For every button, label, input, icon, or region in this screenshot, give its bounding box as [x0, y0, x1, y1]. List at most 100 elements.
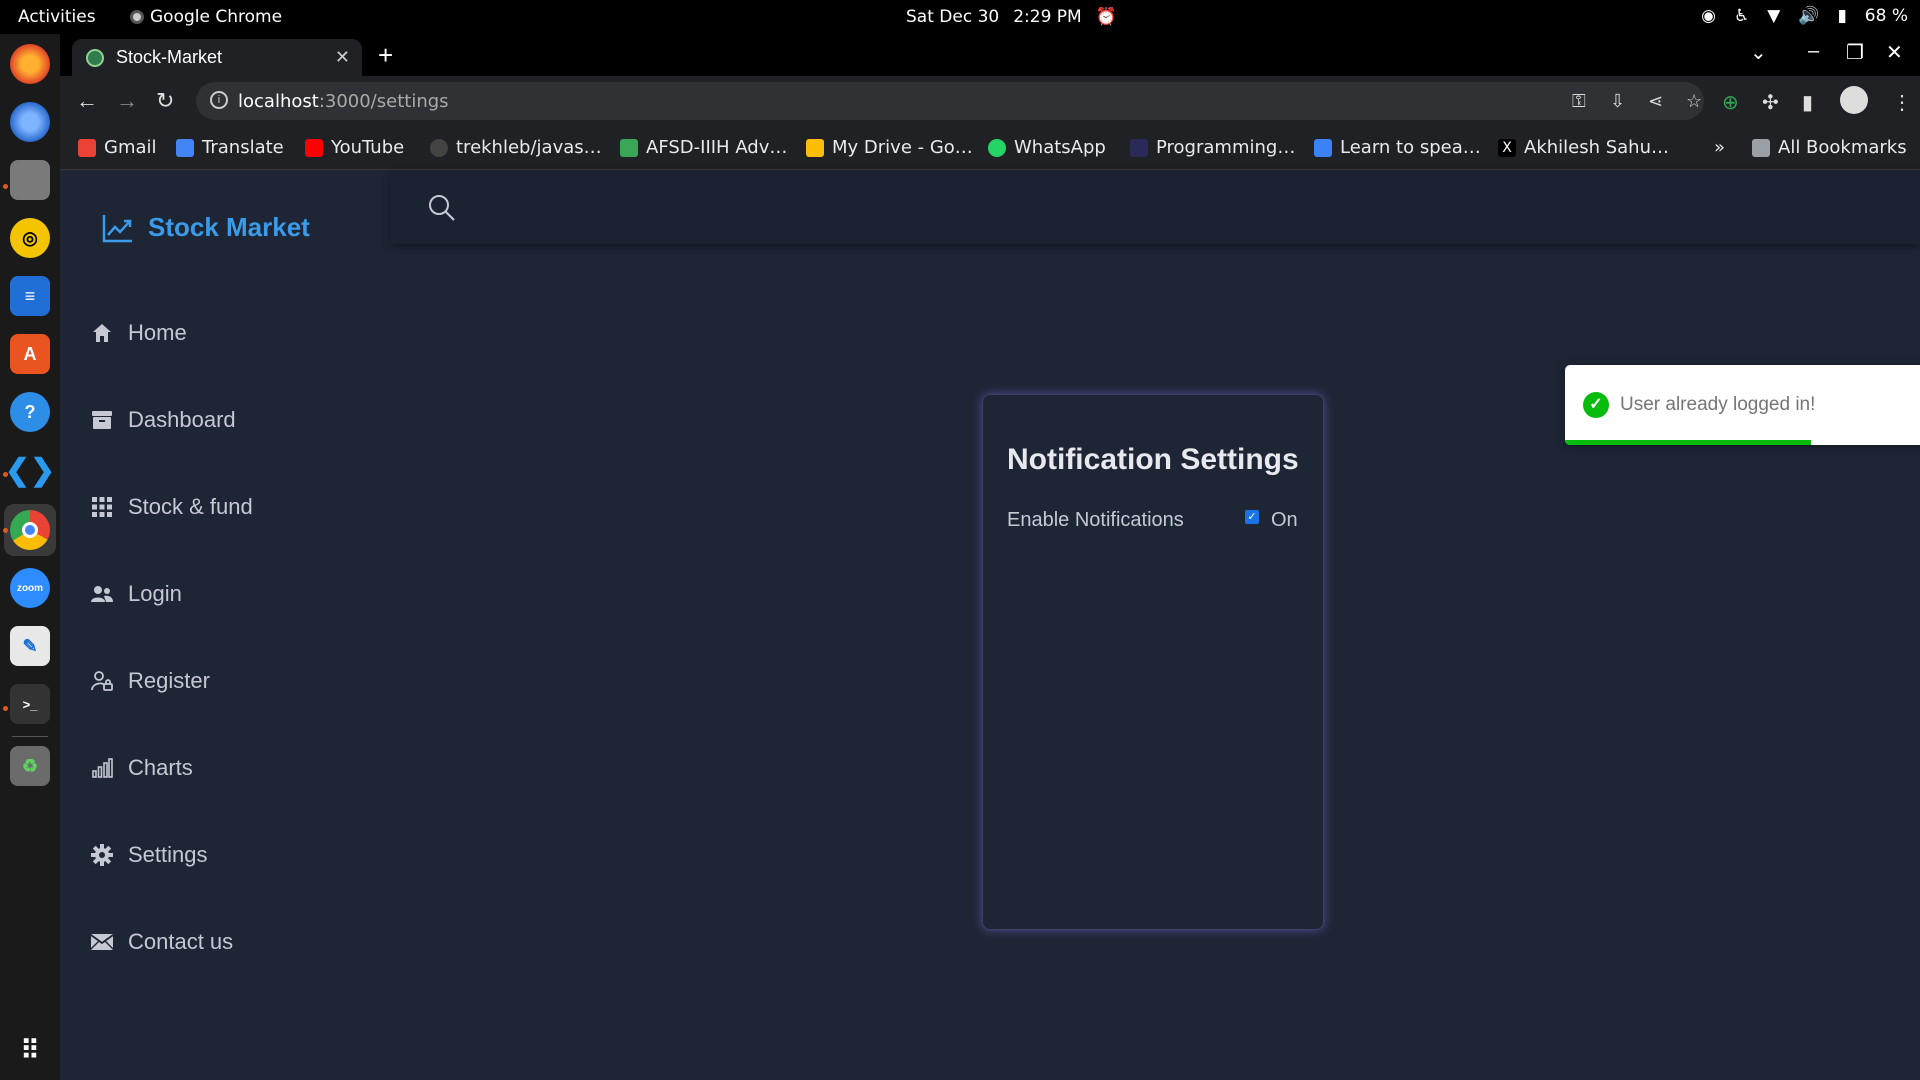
files-icon[interactable] — [10, 160, 50, 200]
tab-title: Stock-Market — [116, 47, 223, 67]
nav-contact[interactable]: Contact us — [90, 929, 233, 955]
restore-button[interactable]: ❐ — [1846, 40, 1864, 65]
notification-settings-card: Notification Settings Enable Notificatio… — [982, 394, 1324, 930]
nav-stock-fund[interactable]: Stock & fund — [90, 494, 253, 520]
extension-green-icon[interactable]: ⊕ — [1722, 90, 1739, 115]
nav-dashboard[interactable]: Dashboard — [90, 407, 236, 433]
whatsapp-icon — [988, 138, 1006, 157]
bookmark-drive[interactable]: My Drive - Go… — [806, 137, 973, 158]
chrome-icon[interactable] — [10, 510, 50, 550]
bookmark-label: Gmail — [104, 137, 157, 158]
activities-button[interactable]: Activities — [18, 7, 96, 27]
extensions-puzzle-icon[interactable]: ✣ — [1762, 90, 1779, 115]
vscode-icon[interactable]: ❮❯ — [5, 450, 55, 490]
nav-home[interactable]: Home — [90, 320, 187, 346]
bookmark-github[interactable]: trekhleb/javas… — [430, 137, 602, 158]
writer-icon[interactable]: ≡ — [10, 276, 50, 316]
all-bookmarks-label: All Bookmarks — [1778, 137, 1907, 158]
toast-progress-bar — [1565, 440, 1811, 445]
youtube-icon — [305, 138, 323, 157]
bookmarks-bar: Gmail Translate YouTube trekhleb/javas… … — [60, 126, 1920, 170]
afsd-icon — [620, 138, 638, 157]
nav-register[interactable]: Register — [90, 668, 210, 694]
github-icon — [430, 138, 448, 157]
bookmark-x[interactable]: X Akhilesh Sahu… — [1498, 137, 1669, 158]
text-editor-icon[interactable]: ✎ — [10, 626, 50, 666]
install-app-icon[interactable]: ⇩ — [1610, 91, 1625, 112]
url-host: localhost — [238, 91, 319, 112]
trash-icon[interactable]: ♻ — [10, 746, 50, 786]
status-area[interactable]: ◉ ♿ ▼ 🔊 ▮ 68 % — [1701, 6, 1908, 26]
minimize-button[interactable]: – — [1808, 40, 1819, 63]
all-bookmarks-button[interactable]: All Bookmarks — [1752, 137, 1907, 158]
programming-icon — [1130, 138, 1148, 157]
tab-strip: Stock-Market ✕ + ⌄ – ❐ ✕ — [60, 34, 1920, 76]
zoom-label: zoom — [16, 582, 44, 594]
back-button[interactable]: ← — [76, 88, 98, 114]
brand-logo[interactable]: Stock Market — [102, 212, 310, 243]
bookmark-programming[interactable]: Programming… — [1130, 137, 1295, 158]
sidebar: Stock Market Home Dashboard Stock & fund… — [60, 170, 390, 1080]
bookmark-label: AFSD-IIIH Adv… — [646, 137, 788, 158]
bookmark-translate[interactable]: Translate — [176, 137, 284, 158]
chrome-small-icon — [130, 10, 144, 24]
toast-message: User already logged in! — [1620, 394, 1816, 415]
chrome-menu-icon[interactable]: ⋮ — [1892, 90, 1912, 115]
tab-close-icon[interactable]: ✕ — [335, 47, 350, 68]
notifications-checkbox[interactable]: ✓ — [1245, 510, 1259, 524]
nav-label: Login — [128, 581, 182, 606]
apps-grid-icon[interactable]: ⠿ — [10, 1030, 50, 1070]
clock[interactable]: Sat Dec 30 2:29 PM ⏰ — [906, 7, 1117, 27]
share-icon[interactable]: ⋖ — [1648, 91, 1663, 112]
grid-icon — [90, 495, 114, 519]
time-label: 2:29 PM — [1013, 7, 1082, 27]
translate-icon — [176, 138, 194, 157]
nav-login[interactable]: Login — [90, 581, 182, 607]
tab-search-icon[interactable]: ⌄ — [1750, 40, 1767, 65]
nav-label: Contact us — [128, 929, 234, 954]
bookmark-label: Akhilesh Sahu… — [1524, 137, 1670, 158]
thunderbird-icon[interactable] — [10, 102, 50, 142]
bookmark-whatsapp[interactable]: WhatsApp — [988, 137, 1106, 158]
bookmark-learn[interactable]: Learn to spea… — [1314, 137, 1481, 158]
nav-label: Charts — [128, 755, 193, 780]
help-icon[interactable]: ? — [10, 392, 50, 432]
search-icon[interactable] — [428, 194, 456, 227]
dock: ◎ ≡ A ? ❮❯ zoom ✎ >_ ♻ ⠿ — [0, 34, 60, 1080]
gear-icon — [90, 843, 114, 867]
reload-button[interactable]: ↻ — [156, 88, 174, 114]
accessibility-icon: ♿ — [1733, 6, 1750, 26]
address-bar[interactable]: i localhost:3000/settings ⚿ ⇩ ⋖ ☆ — [196, 82, 1704, 120]
bookmark-gmail[interactable]: Gmail — [78, 137, 157, 158]
nav-label: Stock & fund — [128, 494, 253, 519]
bookmark-afsd[interactable]: AFSD-IIIH Adv… — [620, 137, 787, 158]
bookmark-star-icon[interactable]: ☆ — [1686, 91, 1702, 112]
app-menu[interactable]: Google Chrome — [130, 7, 282, 27]
bookmark-youtube[interactable]: YouTube — [305, 137, 404, 158]
nav-settings[interactable]: Settings — [90, 842, 208, 868]
url-text: localhost:3000/settings — [238, 91, 449, 112]
tab-stock-market[interactable]: Stock-Market ✕ — [72, 39, 362, 76]
drive-icon — [806, 138, 824, 157]
software-icon[interactable]: A — [10, 334, 50, 374]
profile-avatar[interactable] — [1840, 86, 1868, 114]
bookmark-label: YouTube — [331, 137, 405, 158]
forward-button[interactable]: → — [116, 88, 138, 114]
nav-label: Home — [128, 320, 187, 345]
volume-icon: 🔊 — [1798, 6, 1820, 26]
bookmark-label: Programming… — [1156, 137, 1296, 158]
search-bar — [390, 170, 1920, 244]
new-tab-button[interactable]: + — [378, 40, 393, 71]
bookmarks-overflow-button[interactable]: » — [1714, 137, 1725, 158]
zoom-icon[interactable]: zoom — [10, 568, 50, 608]
alarm-icon: ⏰ — [1095, 7, 1117, 27]
nav-charts[interactable]: Charts — [90, 755, 193, 781]
side-panel-icon[interactable]: ▮ — [1802, 90, 1813, 115]
firefox-icon[interactable] — [10, 44, 50, 84]
rhythmbox-icon[interactable]: ◎ — [10, 218, 50, 258]
chrome-indicator-icon: ◉ — [1701, 6, 1716, 26]
password-key-icon[interactable]: ⚿ — [1572, 91, 1586, 112]
close-window-button[interactable]: ✕ — [1886, 40, 1903, 65]
terminal-icon[interactable]: >_ — [10, 684, 50, 724]
site-info-icon[interactable]: i — [210, 91, 228, 109]
